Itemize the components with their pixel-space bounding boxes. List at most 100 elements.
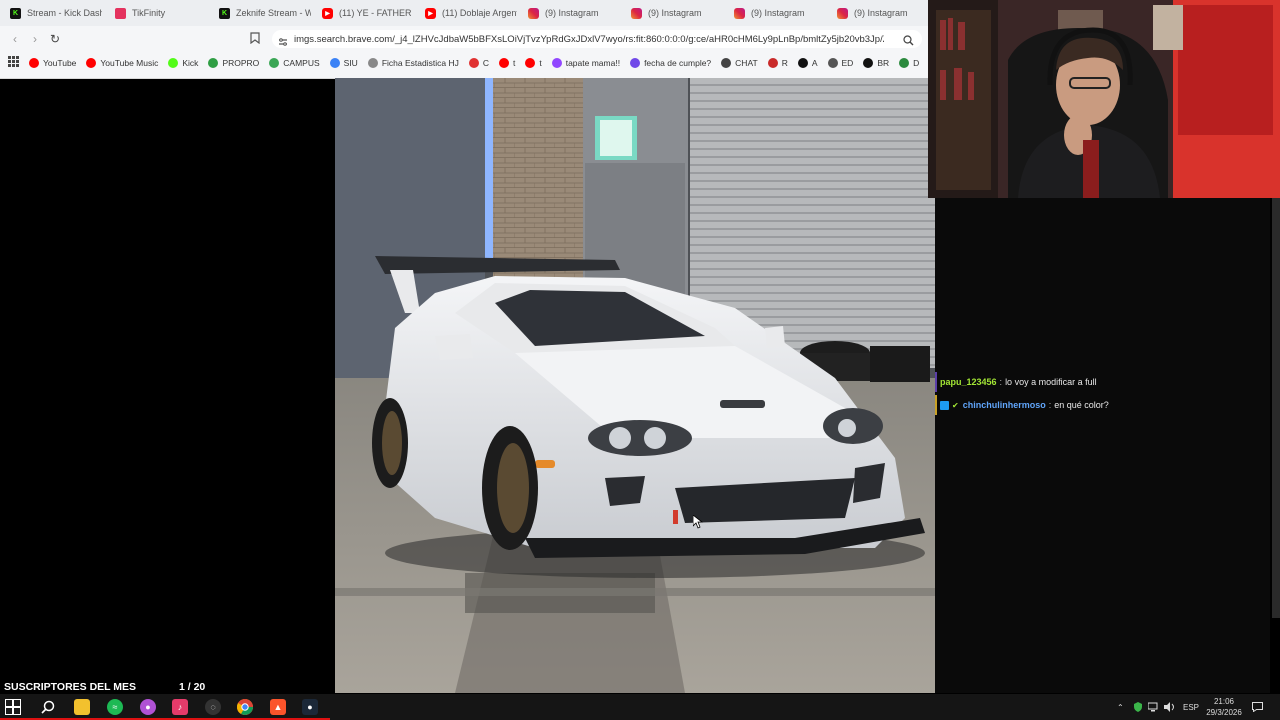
steam-icon[interactable]: ● [302,699,318,715]
subscriber-badge-icon [940,400,949,410]
tikfinity-icon [115,7,126,19]
bookmark-label: Kick [182,58,199,68]
tray-overflow-icon[interactable]: ⌃ [1117,694,1124,720]
browser-tab[interactable]: K Stream - Kick Dashb [10,3,102,23]
bookmark-item[interactable]: SIU [329,58,358,68]
network-icon[interactable] [1148,694,1159,720]
bookmark-favicon-icon [630,58,641,68]
browser-tab[interactable]: K Zeknife Stream - W [219,3,311,23]
chat-text: en qué color? [1054,400,1109,410]
bookmark-label: CAMPUS [283,58,320,68]
chat-scrollbar[interactable] [1272,198,1280,618]
apps-grid-icon[interactable] [8,54,19,72]
bookmark-item[interactable]: PROPRO [208,58,259,68]
notification-icon[interactable] [1252,694,1263,720]
instagram-icon [837,7,848,19]
bookmark-label: A [811,58,818,68]
bookmark-label: t [539,58,542,68]
chat-username[interactable]: papu_123456 [940,377,997,387]
bookmark-item[interactable]: YouTube Music [86,58,158,68]
tab-bar: K Stream - Kick Dashb TikFinity K Zeknife St… [0,0,928,26]
windows-start-icon[interactable] [5,699,21,715]
bookmark-favicon-icon [269,58,280,68]
clock[interactable]: 21:06 29/3/2026 [1204,696,1244,718]
browser-tab-label: (9) Instagram [751,8,805,18]
volume-icon[interactable] [1164,694,1175,720]
bookmark-favicon-icon [797,58,808,68]
bookmark-item[interactable]: Kick [168,58,198,68]
bookmark-favicon-icon [767,58,778,68]
instagram-icon [528,7,539,19]
bookmark-icon[interactable] [248,32,262,46]
bookmark-label: YouTube Music [100,58,159,68]
bookmark-favicon-icon [29,58,39,68]
bookmark-item[interactable]: tapate mama!! [551,58,620,68]
instagram-icon [631,7,642,19]
bookmark-label: BR [877,58,890,68]
back-icon[interactable]: ‹ [8,32,22,46]
bookmark-item[interactable]: A [797,58,818,68]
bookmark-item[interactable]: R [767,58,788,68]
browser-tab[interactable]: ▶ (11) Doblaje Argent [425,3,517,23]
browser-tab[interactable]: (9) Instagram [837,3,929,23]
browser-tab[interactable]: (9) Instagram [631,3,723,23]
kick-icon: K [10,7,21,19]
instagram-icon [734,7,745,19]
bookmark-favicon-icon [551,58,562,68]
chat-panel: papu_123456 : lo voy a modificar a full … [935,198,1270,693]
bookmark-favicon-icon [208,58,219,68]
subs-label: SUSCRIPTORES DEL MES [4,681,137,693]
brave-icon[interactable]: ▲ [270,699,286,715]
subs-counter: 1 / 20 [179,681,206,693]
chat-separator: : [999,377,1003,387]
bookmark-item[interactable]: C [468,58,489,68]
url-text[interactable]: imgs.search.brave.com/_j4_lZHVcJdbaW5bBF… [294,34,884,45]
spotify-icon[interactable]: ≈ [107,699,123,715]
tiktok-icon[interactable]: ♪ [172,699,188,715]
bookmark-item[interactable]: t [525,58,542,68]
bookmark-item[interactable]: YouTube [29,58,76,68]
bookmark-label: D [913,58,920,68]
kick-icon: K [219,7,230,19]
browser-window: K Stream - Kick Dashb TikFinity K Zeknife St… [0,0,928,79]
bookmark-favicon-icon [168,58,179,68]
browser-tab-label: (11) YE - FATHER (fe [339,8,414,18]
app-icon[interactable]: ● [140,699,156,715]
obs-icon[interactable]: ◌ [205,699,221,715]
file-explorer-icon[interactable] [74,699,90,715]
bookmark-item[interactable]: fecha de cumple? [630,58,711,68]
browser-tab-label: (9) Instagram [648,8,702,18]
zoom-icon[interactable] [903,33,914,51]
shield-icon[interactable] [1133,694,1143,720]
browser-tab[interactable]: ▶ (11) YE - FATHER (fe [322,3,414,23]
language-indicator[interactable]: ESP [1183,694,1199,720]
chrome-icon[interactable] [237,699,253,715]
bookmark-item[interactable]: t [498,58,515,68]
bookmark-item[interactable]: D [899,58,919,68]
webcam-feed [928,0,1280,198]
reload-icon[interactable]: ↻ [48,32,62,46]
car-photo [335,78,935,693]
browser-tab[interactable]: (9) Instagram [528,3,620,23]
bookmark-item[interactable]: CAMPUS [269,58,320,68]
forward-icon[interactable]: › [28,32,42,46]
mouse-cursor-icon [692,514,704,534]
bookmark-label: PROPRO [222,58,260,68]
chat-message: papu_123456 : lo voy a modificar a full [935,372,1270,392]
bookmark-favicon-icon [899,58,910,68]
browser-tab-label: (11) Doblaje Argent [442,8,517,18]
browser-tab[interactable]: TikFinity [115,3,207,23]
address-bar[interactable]: imgs.search.brave.com/_j4_lZHVcJdbaW5bBF… [272,30,922,48]
clock-date: 29/3/2026 [1206,708,1242,717]
bookmark-item[interactable]: ED [827,58,853,68]
browser-tab[interactable]: (9) Instagram [734,3,826,23]
search-icon[interactable] [40,699,56,715]
chat-username[interactable]: chinchulinhermoso [963,400,1046,410]
taskbar: ≈ ● ♪ ◌ ▲ ● ⌃ ESP 21:06 29/3/2026 [0,694,1280,720]
bookmark-item[interactable]: CHAT [721,58,758,68]
site-info-icon[interactable] [278,34,288,46]
bookmark-favicon-icon [721,58,732,68]
bookmark-item[interactable]: Ficha Estadistica HJ [367,58,459,68]
browser-tab-label: (9) Instagram [545,8,599,18]
bookmark-item[interactable]: BR [863,58,889,68]
